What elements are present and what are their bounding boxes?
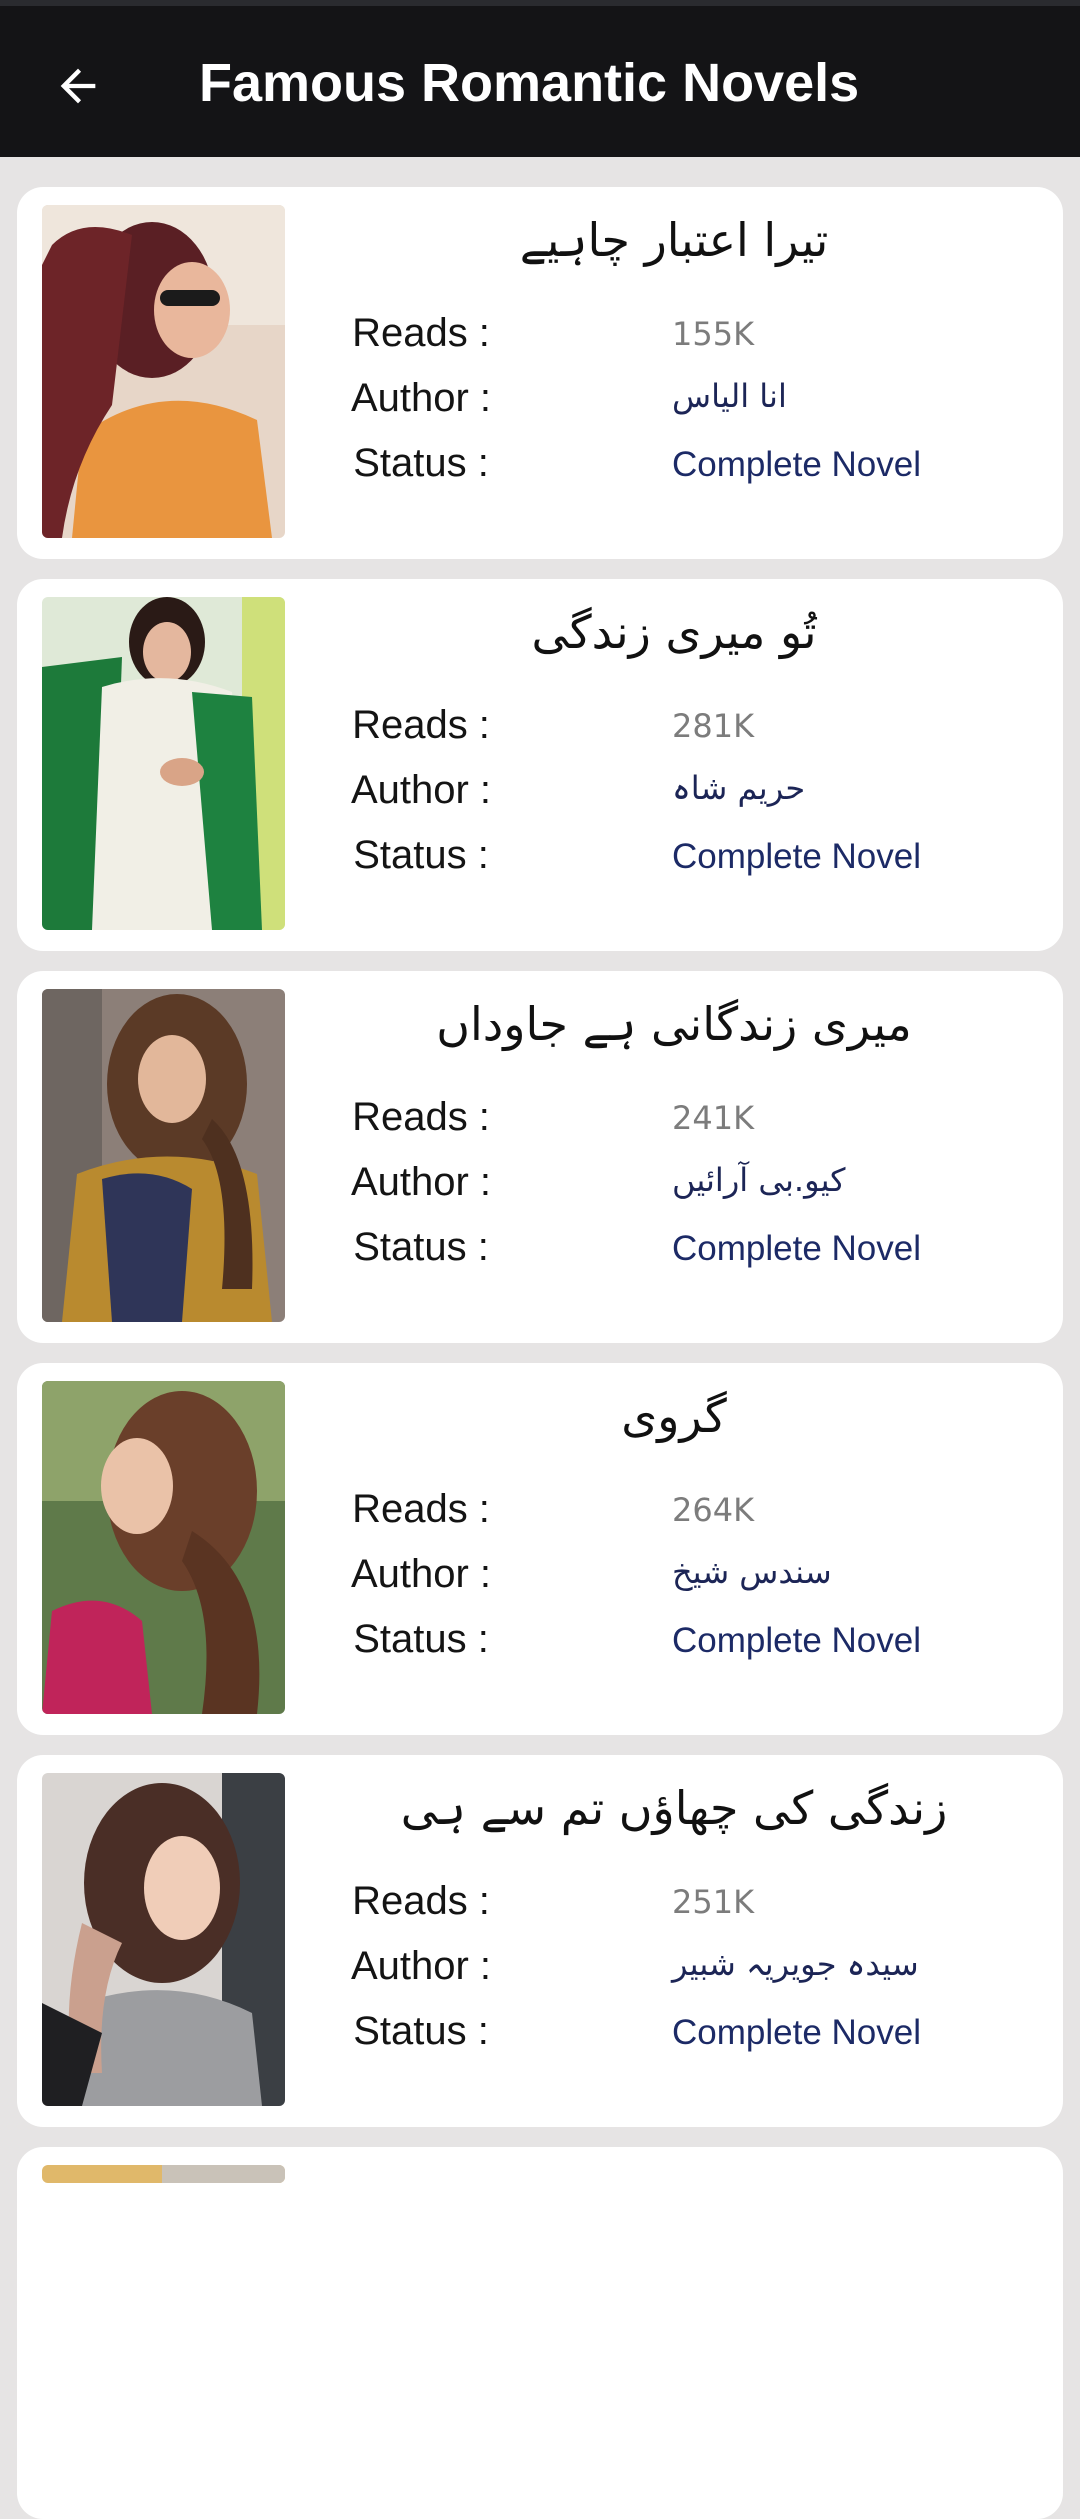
app-bar: Famous Romantic Novels [0, 6, 1080, 157]
reads-value: 281K [672, 707, 755, 745]
author-label: Author : [350, 768, 492, 812]
novel-title: تُو میری زندگی [531, 605, 817, 659]
author-label: Author : [350, 1944, 492, 1988]
status-label: Status : [353, 1225, 489, 1269]
novel-cover-image [42, 1773, 285, 2106]
novel-card[interactable]: زندگی کی چھاؤں تم سے ہی Reads : 251K Aut… [17, 1755, 1063, 2127]
author-label: Author : [350, 376, 492, 420]
status-value: Complete Novel [672, 2013, 921, 2052]
reads-value: 155K [672, 315, 755, 353]
reads-label: Reads : [352, 1487, 490, 1531]
author-value: حریم شاہ [672, 769, 806, 807]
reads-value: 241K [672, 1099, 755, 1137]
novel-title: تیرا اعتبار چاہیے [519, 213, 829, 267]
status-label: Status : [353, 833, 489, 877]
status-label: Status : [353, 2009, 489, 2053]
page-title: Famous Romantic Novels [199, 53, 860, 113]
back-button[interactable] [40, 48, 116, 124]
novel-title: زندگی کی چھاؤں تم سے ہی [400, 1781, 948, 1835]
reads-label: Reads : [352, 1095, 490, 1139]
author-value: سندس شیخ [672, 1553, 832, 1591]
author-label: Author : [350, 1552, 492, 1596]
status-value: Complete Novel [672, 1621, 921, 1660]
novel-cover-image [42, 597, 285, 930]
novel-card[interactable]: تیرا اعتبار چاہیے Reads : 155K Author : … [17, 187, 1063, 559]
status-value: Complete Novel [672, 1229, 921, 1268]
novel-card[interactable]: میری زندگانی ہے جاوداں Reads : 241K Auth… [17, 971, 1063, 1343]
author-label: Author : [350, 1160, 492, 1204]
status-label: Status : [353, 441, 489, 485]
reads-label: Reads : [352, 311, 490, 355]
status-label: Status : [353, 1617, 489, 1661]
novel-cover-image [42, 2165, 285, 2183]
status-value: Complete Novel [672, 837, 921, 876]
novel-card-partial[interactable] [17, 2147, 1063, 2519]
author-value: کیو.بی آرائیں [672, 1161, 846, 1199]
reads-value: 264K [672, 1491, 755, 1529]
reads-label: Reads : [352, 1879, 490, 1923]
reads-value: 251K [672, 1883, 755, 1921]
novel-card[interactable]: گروی Reads : 264K Author : سندس شیخ Stat… [17, 1363, 1063, 1735]
novel-cover-image [42, 989, 285, 1322]
novel-title: میری زندگانی ہے جاوداں [436, 997, 912, 1051]
status-value: Complete Novel [672, 445, 921, 484]
novel-title: گروی [621, 1389, 727, 1443]
author-value: سیدہ جویریہ شبیر [672, 1945, 919, 1983]
novel-cover-image [42, 1381, 285, 1714]
arrow-left-icon [60, 68, 96, 104]
novel-card[interactable]: تُو میری زندگی Reads : 281K Author : حری… [17, 579, 1063, 951]
novel-cover-image [42, 205, 285, 538]
author-value: انا الیاس [672, 377, 787, 415]
reads-label: Reads : [352, 703, 490, 747]
